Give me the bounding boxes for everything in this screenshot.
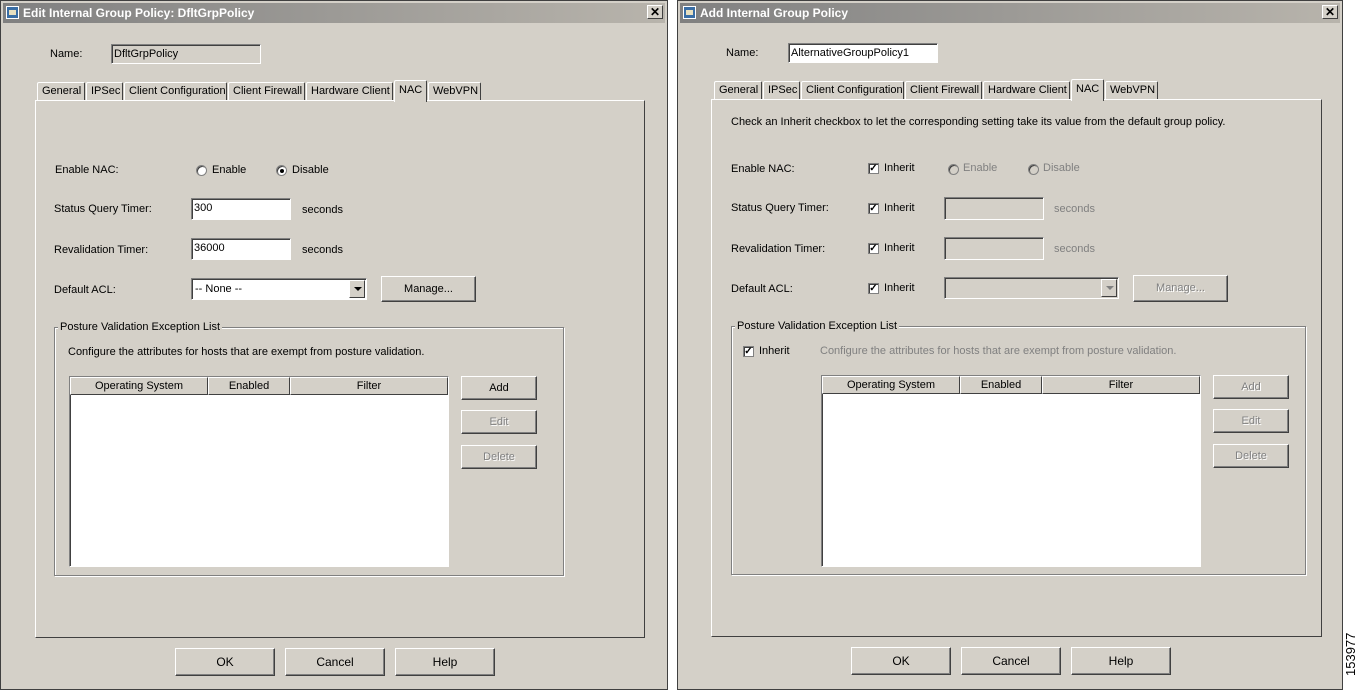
add-button[interactable]: Add [461, 376, 537, 400]
column-enabled[interactable]: Enabled [208, 377, 290, 395]
tab-ipsec[interactable]: IPSec [763, 81, 800, 100]
column-filter[interactable]: Filter [290, 377, 448, 395]
edit-button[interactable]: Edit [1213, 409, 1289, 433]
cancel-button[interactable]: Cancel [961, 647, 1061, 675]
status-query-inherit-label[interactable]: Inherit [884, 202, 915, 214]
enable-nac-radio[interactable] [948, 164, 959, 175]
column-filter[interactable]: Filter [1042, 376, 1200, 394]
disable-nac-radio-label[interactable]: Disable [292, 164, 329, 176]
tab-nac[interactable]: NAC [1071, 79, 1104, 101]
figure-id: 153977 [1343, 632, 1358, 676]
default-acl-inherit-checkbox[interactable]: ✓ [868, 283, 879, 294]
posture-group-title: Posture Validation Exception List [735, 320, 899, 332]
tab-webvpn[interactable]: WebVPN [1105, 81, 1158, 100]
enable-nac-radio-label[interactable]: Enable [963, 162, 997, 174]
default-acl-dropdown[interactable] [944, 277, 1119, 299]
status-query-timer-label: Status Query Timer: [54, 203, 152, 215]
revalidation-timer-field[interactable] [944, 237, 1044, 260]
tab-hardware-client[interactable]: Hardware Client [306, 82, 393, 101]
enable-nac-label: Enable NAC: [55, 164, 119, 176]
enable-nac-label: Enable NAC: [731, 163, 795, 175]
name-label: Name: [726, 47, 759, 59]
default-acl-value: -- None -- [195, 283, 243, 295]
help-button[interactable]: Help [1071, 647, 1171, 675]
ok-button[interactable]: OK [175, 648, 275, 676]
cancel-button[interactable]: Cancel [285, 648, 385, 676]
dialog-title: Add Internal Group Policy [700, 6, 849, 20]
enable-nac-radio-label[interactable]: Enable [212, 164, 246, 176]
status-query-inherit-checkbox[interactable]: ✓ [868, 203, 879, 214]
edit-group-policy-dialog: Edit Internal Group Policy: DfltGrpPolic… [0, 0, 668, 690]
status-query-timer-field[interactable] [944, 197, 1044, 220]
app-icon [6, 6, 19, 19]
posture-inherit-label[interactable]: Inherit [759, 345, 790, 357]
default-acl-label: Default ACL: [54, 284, 116, 296]
ok-button[interactable]: OK [851, 647, 951, 675]
posture-group-title: Posture Validation Exception List [58, 321, 222, 333]
revalidation-timer-label: Revalidation Timer: [54, 244, 149, 256]
revalidation-inherit-checkbox[interactable]: ✓ [868, 243, 879, 254]
tab-nac[interactable]: NAC [394, 80, 427, 102]
default-acl-inherit-label[interactable]: Inherit [884, 282, 915, 294]
name-field[interactable]: AlternativeGroupPolicy1 [788, 43, 938, 63]
enable-nac-radio[interactable] [196, 165, 207, 176]
name-field[interactable]: DfltGrpPolicy [111, 44, 261, 64]
dialog-title-bar[interactable]: Add Internal Group Policy ✕ [680, 3, 1340, 23]
column-operating-system[interactable]: Operating System [70, 377, 208, 395]
exception-list-table[interactable]: Operating System Enabled Filter [69, 376, 449, 567]
posture-description: Configure the attributes for hosts that … [68, 346, 425, 358]
tab-client-firewall[interactable]: Client Firewall [228, 82, 305, 101]
revalidation-timer-label: Revalidation Timer: [731, 243, 826, 255]
enable-nac-inherit-checkbox[interactable]: ✓ [868, 163, 879, 174]
status-query-timer-label: Status Query Timer: [731, 202, 829, 214]
delete-button[interactable]: Delete [1213, 444, 1289, 468]
edit-button[interactable]: Edit [461, 410, 537, 434]
chevron-down-icon[interactable] [1101, 279, 1117, 297]
tab-general[interactable]: General [714, 81, 762, 100]
tab-general[interactable]: General [37, 82, 85, 101]
status-query-timer-field[interactable]: 300 [191, 198, 291, 220]
chevron-down-icon[interactable] [349, 280, 365, 298]
dialog-title-bar[interactable]: Edit Internal Group Policy: DfltGrpPolic… [3, 3, 665, 23]
disable-nac-radio-label[interactable]: Disable [1043, 162, 1080, 174]
column-operating-system[interactable]: Operating System [822, 376, 960, 394]
name-label: Name: [50, 48, 83, 60]
disable-nac-radio[interactable] [276, 165, 287, 176]
tab-webvpn[interactable]: WebVPN [428, 82, 481, 101]
revalidation-unit: seconds [1054, 243, 1095, 255]
tab-client-configuration[interactable]: Client Configuration [801, 81, 904, 100]
tab-hardware-client[interactable]: Hardware Client [983, 81, 1070, 100]
disable-nac-radio[interactable] [1028, 164, 1039, 175]
add-group-policy-dialog: Add Internal Group Policy ✕ Name: Altern… [677, 0, 1343, 690]
default-acl-label: Default ACL: [731, 283, 793, 295]
help-button[interactable]: Help [395, 648, 495, 676]
close-icon[interactable]: ✕ [647, 5, 663, 19]
posture-description: Configure the attributes for hosts that … [820, 345, 1177, 357]
app-icon [683, 6, 696, 19]
exception-list-table[interactable]: Operating System Enabled Filter [821, 375, 1201, 567]
add-button[interactable]: Add [1213, 375, 1289, 399]
manage-acl-button[interactable]: Manage... [1133, 275, 1228, 302]
enable-nac-inherit-label[interactable]: Inherit [884, 162, 915, 174]
status-query-unit: seconds [1054, 203, 1095, 215]
tab-client-firewall[interactable]: Client Firewall [905, 81, 982, 100]
column-enabled[interactable]: Enabled [960, 376, 1042, 394]
default-acl-dropdown[interactable]: -- None -- [191, 278, 367, 300]
dialog-title: Edit Internal Group Policy: DfltGrpPolic… [23, 6, 255, 20]
revalidation-inherit-label[interactable]: Inherit [884, 242, 915, 254]
manage-acl-button[interactable]: Manage... [381, 276, 476, 302]
revalidation-unit: seconds [302, 244, 343, 256]
tab-ipsec[interactable]: IPSec [86, 82, 123, 101]
status-query-unit: seconds [302, 204, 343, 216]
inherit-hint-text: Check an Inherit checkbox to let the cor… [731, 116, 1226, 128]
delete-button[interactable]: Delete [461, 445, 537, 469]
posture-inherit-checkbox[interactable]: ✓ [743, 346, 754, 357]
tab-client-configuration[interactable]: Client Configuration [124, 82, 227, 101]
revalidation-timer-field[interactable]: 36000 [191, 238, 291, 260]
close-icon[interactable]: ✕ [1322, 5, 1338, 19]
